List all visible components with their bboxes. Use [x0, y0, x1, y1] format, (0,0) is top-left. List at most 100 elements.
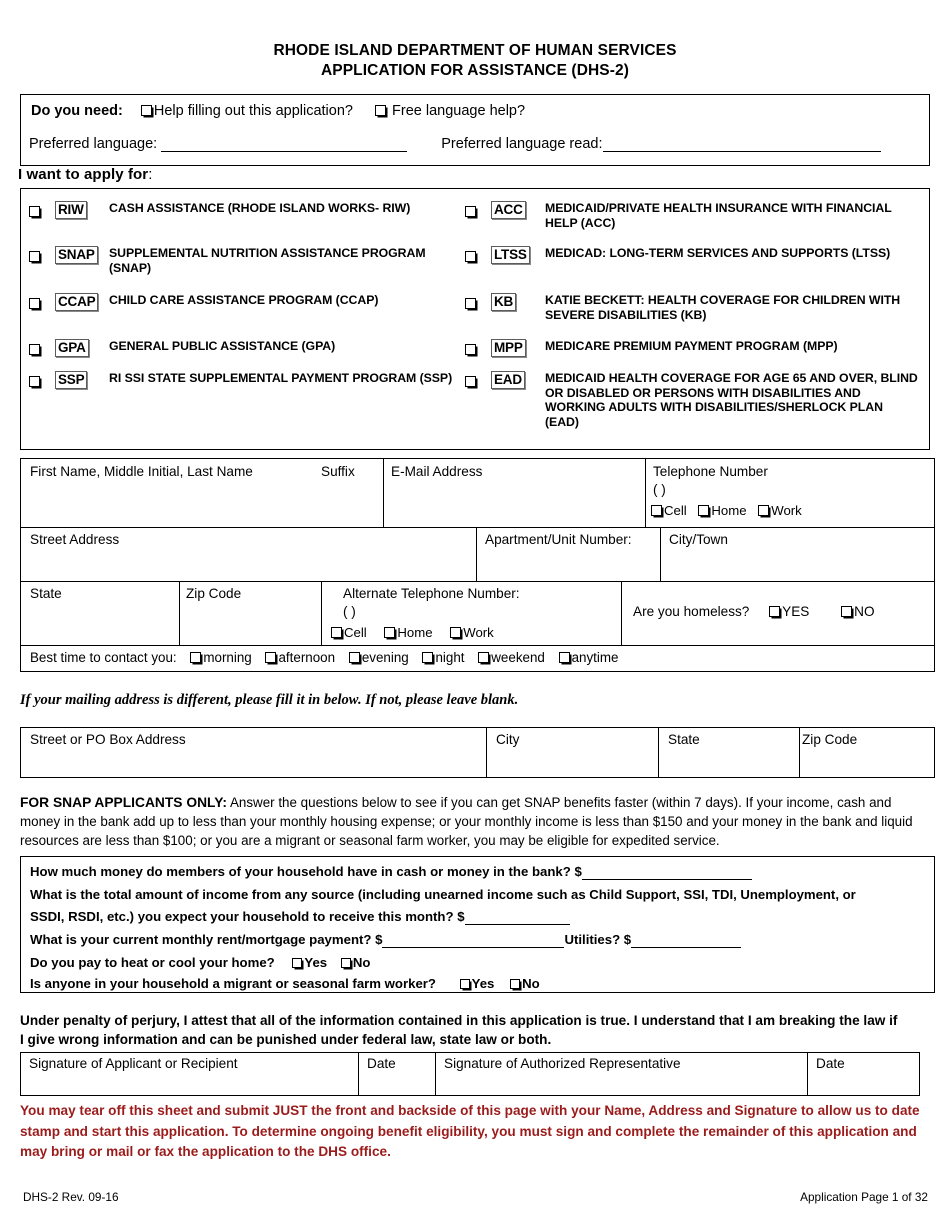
best-time-weekend-checkbox[interactable] — [478, 652, 490, 663]
ltss-description: MEDICAD: LONG-TERM SERVICES AND SUPPORTS… — [545, 246, 891, 260]
telephone-field-label: Telephone Number — [653, 464, 768, 479]
signature-date-label-1: Date — [367, 1056, 396, 1071]
snap-q5-no-checkbox[interactable] — [510, 979, 521, 989]
ccap-checkbox[interactable] — [29, 298, 40, 309]
telephone-home-checkbox[interactable] — [698, 505, 710, 516]
snap-q1-input[interactable] — [581, 866, 752, 880]
program-row-ssp[interactable]: SSP RI SSI STATE SUPPLEMENTAL PAYMENT PR… — [29, 371, 454, 391]
ssp-checkbox[interactable] — [29, 376, 40, 387]
mailing-address-note: If your mailing address is different, pl… — [20, 692, 519, 708]
snap-q3-rent-input[interactable] — [382, 934, 565, 948]
program-checkbox-cell — [465, 201, 491, 221]
signature-table: Signature of Applicant or Recipient Date… — [20, 1052, 920, 1096]
gpa-checkbox[interactable] — [29, 344, 40, 355]
table-divider — [358, 1053, 359, 1095]
snap-question-2-line1: What is the total amount of income from … — [30, 887, 856, 903]
program-row-ccap[interactable]: CCAP CHILD CARE ASSISTANCE PROGRAM (CCAP… — [29, 293, 449, 313]
help-filling-label: Help filling out this application? — [153, 103, 353, 119]
program-checkbox-cell — [465, 246, 491, 266]
snap-q2-input[interactable] — [464, 911, 570, 925]
table-divider — [179, 581, 180, 645]
email-field-label: E-Mail Address — [391, 464, 483, 479]
snap-q4-yes-checkbox[interactable] — [292, 958, 303, 968]
snap-q4-label: Do you pay to heat or cool your home? — [30, 955, 275, 970]
do-you-need-line: Do you need: Help filling out this appli… — [31, 103, 525, 119]
programs-box: RIW CASH ASSISTANCE (RHODE ISLAND WORKS-… — [20, 188, 930, 450]
program-code-cell: SNAP — [55, 246, 101, 264]
alt-telephone-work-checkbox[interactable] — [450, 627, 462, 638]
snap-q5-yes-checkbox[interactable] — [459, 979, 470, 989]
acc-checkbox[interactable] — [465, 206, 476, 217]
snap-q4-no-checkbox[interactable] — [340, 958, 351, 968]
tear-off-notice: You may tear off this sheet and submit J… — [20, 1103, 920, 1159]
homeless-no-checkbox[interactable] — [841, 606, 853, 617]
best-time-row: Best time to contact you: morning aftern… — [30, 650, 618, 666]
table-divider — [807, 1053, 808, 1095]
telephone-type-options: Cell Home Work — [651, 503, 802, 519]
preferred-language-label: Preferred language: — [29, 136, 158, 152]
best-time-morning-label: morning — [203, 650, 252, 665]
preferred-language-input[interactable] — [161, 138, 408, 152]
best-time-night-checkbox[interactable] — [422, 652, 434, 663]
riw-checkbox[interactable] — [29, 206, 40, 217]
snap-q3-utilities-input[interactable] — [631, 934, 742, 948]
mailing-city-label: City — [496, 732, 520, 747]
page-title: RHODE ISLAND DEPARTMENT OF HUMAN SERVICE… — [0, 41, 950, 81]
suffix-field-label: Suffix — [321, 464, 355, 479]
help-filling-checkbox[interactable] — [140, 105, 152, 116]
snap-checkbox[interactable] — [29, 251, 40, 262]
alt-telephone-cell-checkbox[interactable] — [331, 627, 342, 638]
preferred-language-line: Preferred language: Preferred language r… — [29, 136, 881, 152]
program-code-cell: KB — [491, 293, 537, 311]
mpp-checkbox[interactable] — [465, 344, 476, 355]
riw-code-badge: RIW — [55, 201, 87, 219]
table-divider — [486, 728, 487, 777]
program-code-cell: ACC — [491, 201, 537, 219]
signature-applicant-label: Signature of Applicant or Recipient — [29, 1056, 238, 1071]
program-checkbox-cell — [465, 371, 491, 391]
preferred-language-read-input[interactable] — [602, 138, 881, 152]
best-time-evening-checkbox[interactable] — [348, 652, 360, 663]
page-title-line2: APPLICATION FOR ASSISTANCE (DHS-2) — [321, 62, 629, 79]
best-time-weekend-label: weekend — [491, 650, 545, 665]
alternate-telephone-type-options: Cell Home Work — [331, 625, 494, 641]
program-row-ltss[interactable]: LTSS MEDICAD: LONG-TERM SERVICES AND SUP… — [465, 246, 915, 266]
homeless-yes-checkbox[interactable] — [769, 606, 781, 617]
snap-q4-no-label: No — [352, 955, 371, 970]
snap-q3-label-b: Utilities? $ — [564, 932, 632, 947]
program-row-riw[interactable]: RIW CASH ASSISTANCE (RHODE ISLAND WORKS-… — [29, 201, 449, 221]
program-row-snap[interactable]: SNAP SUPPLEMENTAL NUTRITION ASSISTANCE P… — [29, 246, 459, 275]
free-language-checkbox[interactable] — [375, 105, 386, 116]
page-title-line1: RHODE ISLAND DEPARTMENT OF HUMAN SERVICE… — [273, 42, 677, 59]
alt-telephone-home-checkbox[interactable] — [384, 627, 396, 638]
ssp-code-badge: SSP — [55, 371, 88, 389]
program-row-acc[interactable]: ACC MEDICAID/PRIVATE HEALTH INSURANCE WI… — [465, 201, 915, 230]
ead-checkbox[interactable] — [465, 376, 476, 387]
kb-checkbox[interactable] — [465, 298, 476, 309]
table-divider — [621, 581, 622, 645]
program-row-gpa[interactable]: GPA GENERAL PUBLIC ASSISTANCE (GPA) — [29, 339, 449, 359]
snap-question-1: How much money do members of your househ… — [30, 864, 752, 880]
attestation-text: Under penalty of perjury, I attest that … — [20, 1013, 898, 1047]
best-time-afternoon-checkbox[interactable] — [265, 652, 277, 663]
telephone-cell-checkbox[interactable] — [651, 505, 662, 516]
program-code-cell: GPA — [55, 339, 101, 357]
best-time-morning-checkbox[interactable] — [190, 652, 202, 663]
alt-telephone-work-label: Work — [463, 625, 494, 640]
snap-q5-no-label: No — [522, 976, 540, 991]
table-divider — [21, 527, 934, 528]
program-checkbox-cell — [29, 371, 55, 391]
program-row-kb[interactable]: KB KATIE BECKETT: HEALTH COVERAGE FOR CH… — [465, 293, 920, 322]
ead-code-badge: EAD — [491, 371, 525, 389]
program-row-mpp[interactable]: MPP MEDICARE PREMIUM PAYMENT PROGRAM (MP… — [465, 339, 915, 359]
city-town-label: City/Town — [669, 532, 728, 547]
best-time-anytime-checkbox[interactable] — [558, 652, 570, 663]
ltss-checkbox[interactable] — [465, 251, 476, 262]
program-row-ead[interactable]: EAD MEDICAID HEALTH COVERAGE FOR AGE 65 … — [465, 371, 920, 429]
mailing-state-label: State — [668, 732, 700, 747]
program-code-cell: MPP — [491, 339, 537, 357]
snap-question-5: Is anyone in your household a migrant or… — [30, 976, 540, 992]
homeless-question-label: Are you homeless? — [633, 604, 750, 619]
zip-code-label: Zip Code — [186, 586, 242, 601]
telephone-work-checkbox[interactable] — [758, 505, 770, 516]
